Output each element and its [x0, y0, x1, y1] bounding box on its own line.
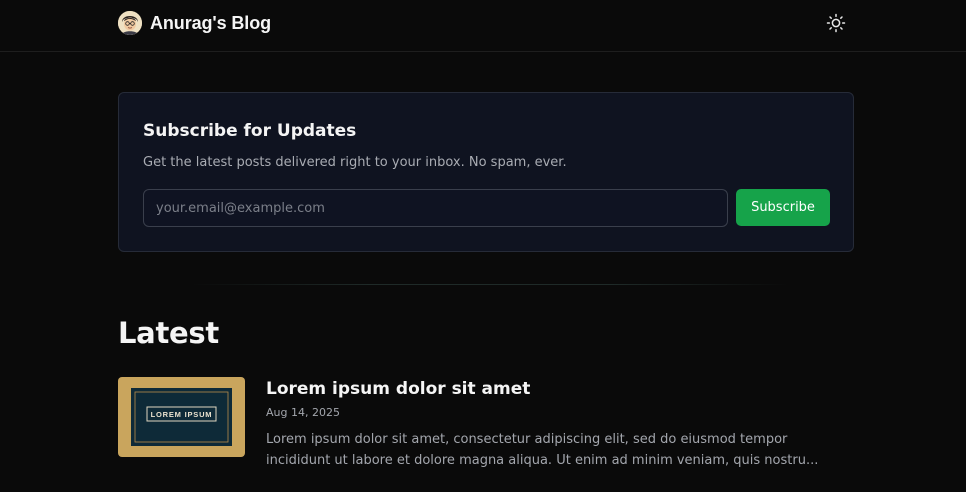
post-excerpt: Lorem ipsum dolor sit amet, consectetur … — [266, 432, 819, 468]
subscribe-button[interactable]: Subscribe — [736, 189, 830, 226]
theme-toggle-button[interactable] — [824, 11, 848, 35]
post-thumbnail[interactable]: LOREM IPSUM — [118, 377, 245, 457]
latest-heading: Latest — [118, 316, 219, 350]
site-header: Anurag's Blog — [0, 0, 966, 52]
section-divider — [190, 284, 790, 285]
subscribe-title: Subscribe for Updates — [143, 121, 357, 141]
post-item[interactable]: LOREM IPSUM Lorem ipsum dolor sit amet A… — [118, 377, 854, 477]
sun-icon — [826, 13, 846, 33]
subscribe-card: Subscribe for Updates Get the latest pos… — [118, 92, 854, 252]
post-date: Aug 14, 2025 — [266, 406, 340, 419]
avatar-icon — [118, 11, 142, 35]
email-input[interactable] — [143, 189, 728, 227]
thumbnail-label: LOREM IPSUM — [151, 410, 213, 419]
post-title[interactable]: Lorem ipsum dolor sit amet — [266, 379, 530, 399]
blog-title: Anurag's Blog — [150, 12, 271, 33]
subscribe-description: Get the latest posts delivered right to … — [143, 155, 567, 170]
home-link[interactable]: Anurag's Blog — [118, 11, 271, 35]
